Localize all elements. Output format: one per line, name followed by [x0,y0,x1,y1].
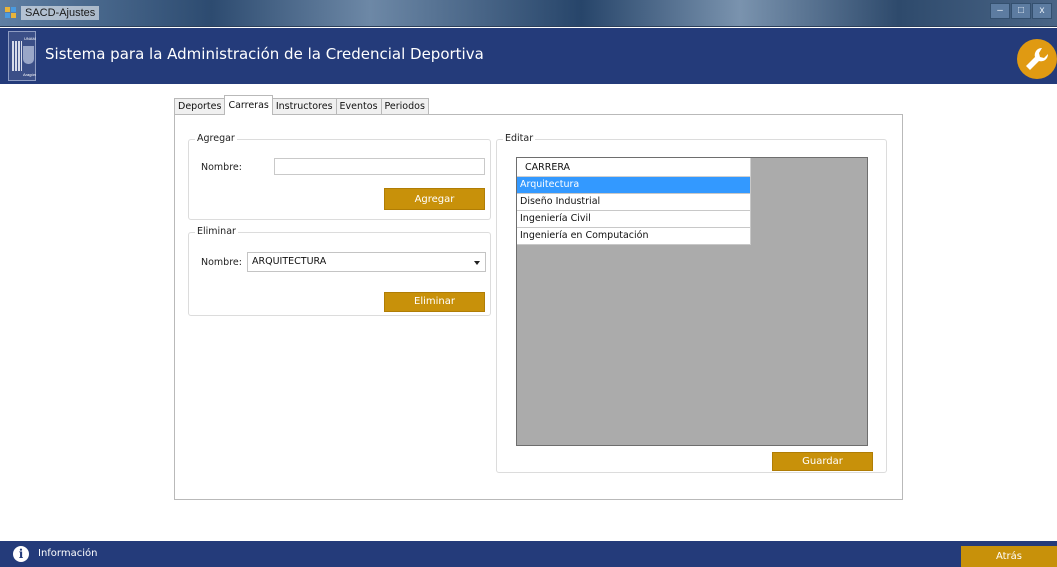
tab-instructores[interactable]: Instructores [271,98,337,115]
eliminar-carrera-select[interactable]: ARQUITECTURA [247,252,486,272]
column-header-carrera[interactable]: CARRERA [517,158,751,177]
eliminar-nombre-label: Nombre: [201,257,242,268]
window-controls: – □ x [990,3,1052,19]
agregar-button[interactable]: Agregar [384,188,485,210]
unam-logo: UNAM Aragón [8,31,36,81]
agregar-nombre-input[interactable] [274,158,485,175]
info-icon[interactable]: i [13,546,29,562]
agregar-group: Agregar Nombre: Agregar [188,133,491,220]
carreras-panel: Agregar Nombre: Agregar Eliminar Nombre:… [174,114,903,500]
close-button[interactable]: x [1032,3,1052,19]
grid-row[interactable]: Ingeniería en Computación [517,228,751,245]
logo-top-text: UNAM [24,36,36,41]
title-bar[interactable]: SACD-Ajustes – □ x [0,0,1057,27]
tab-deportes[interactable]: Deportes [174,98,226,115]
tab-carreras[interactable]: Carreras [224,95,273,115]
app-title: Sistema para la Administración de la Cre… [45,45,484,63]
minimize-button[interactable]: – [990,3,1010,19]
wrench-icon [1026,47,1049,70]
back-button[interactable]: Atrás [961,546,1057,567]
logo-bottom-text: Aragón [23,72,36,77]
agregar-group-label: Agregar [195,133,237,144]
logo-shield [23,46,34,64]
editar-group-label: Editar [503,133,536,144]
grid-row[interactable]: Ingeniería Civil [517,211,751,228]
settings-tabs: Deportes Carreras Instructores Eventos P… [174,95,429,115]
grid-table: CARRERA Arquitectura Diseño Industrial I… [517,158,751,245]
settings-button[interactable] [1017,39,1057,79]
carreras-grid[interactable]: CARRERA Arquitectura Diseño Industrial I… [516,157,868,446]
app-icon [5,7,17,19]
tab-eventos[interactable]: Eventos [335,98,382,115]
info-label[interactable]: Información [38,548,97,559]
tab-periodos[interactable]: Periodos [380,98,429,115]
eliminar-group-label: Eliminar [195,226,238,237]
chevron-down-icon [474,261,480,265]
app-window: SACD-Ajustes – □ x UNAM Aragón Sistema p… [0,0,1057,567]
logo-pillars [12,41,22,71]
grid-row[interactable]: Arquitectura [517,177,751,194]
app-footer: i Información Atrás [0,541,1057,567]
agregar-nombre-label: Nombre: [201,162,242,173]
editar-group: Editar CARRERA Arquitectura Diseño Indus… [496,133,887,473]
eliminar-group: Eliminar Nombre: ARQUITECTURA Eliminar [188,226,491,316]
guardar-button[interactable]: Guardar [772,452,873,471]
maximize-button[interactable]: □ [1011,3,1031,19]
app-header: UNAM Aragón Sistema para la Administraci… [0,28,1057,84]
eliminar-selected-value: ARQUITECTURA [252,256,327,267]
window-title: SACD-Ajustes [21,6,100,20]
eliminar-button[interactable]: Eliminar [384,292,485,312]
grid-row[interactable]: Diseño Industrial [517,194,751,211]
